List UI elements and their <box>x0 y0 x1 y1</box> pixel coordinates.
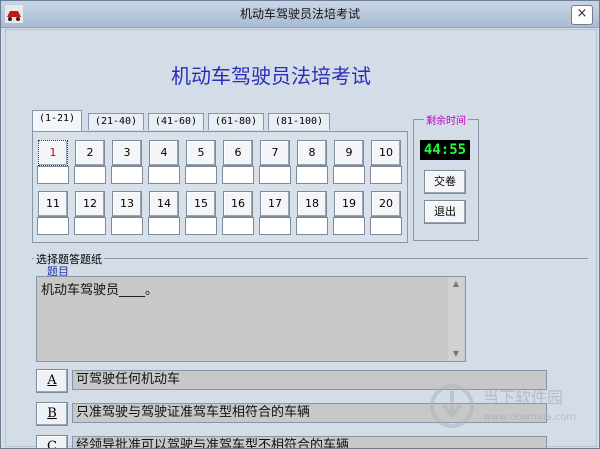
question-button-8[interactable]: 8 <box>297 140 327 166</box>
answer-box-7 <box>259 166 291 184</box>
question-button-17[interactable]: 17 <box>260 191 290 217</box>
question-button-19[interactable]: 19 <box>334 191 364 217</box>
submit-button[interactable]: 交卷 <box>424 170 466 194</box>
timer-panel: 剩余时间 44:55 交卷 退出 <box>413 112 479 241</box>
tab-81-100[interactable]: (81-100) <box>268 113 330 130</box>
tab-1-21[interactable]: (1-21) <box>32 110 82 131</box>
title-bar: 机动车驾驶员法培考试 × <box>1 1 599 28</box>
question-button-18[interactable]: 18 <box>297 191 327 217</box>
countdown-timer: 44:55 <box>420 140 470 160</box>
answer-box-13 <box>111 217 143 235</box>
option-a-button[interactable]: A <box>36 369 68 393</box>
timer-label: 剩余时间 <box>424 112 468 127</box>
question-text: 机动车驾驶员____。 <box>36 276 466 362</box>
answer-box-3 <box>111 166 143 184</box>
window-title: 机动车驾驶员法培考试 <box>239 7 360 21</box>
watermark: 当下软件园 www.downxia.com <box>429 381 589 431</box>
question-button-16[interactable]: 16 <box>223 191 253 217</box>
watermark-text: 当下软件园 <box>483 388 564 407</box>
answer-box-9 <box>333 166 365 184</box>
tab-21-40[interactable]: (21-40) <box>88 113 144 130</box>
answer-box-12 <box>74 217 106 235</box>
answer-box-18 <box>296 217 328 235</box>
answer-box-4 <box>148 166 180 184</box>
answer-box-19 <box>333 217 365 235</box>
tab-41-60[interactable]: (41-60) <box>148 113 204 130</box>
question-button-5[interactable]: 5 <box>186 140 216 166</box>
option-b-button[interactable]: B <box>36 402 68 426</box>
question-button-4[interactable]: 4 <box>149 140 179 166</box>
question-button-11[interactable]: 11 <box>38 191 68 217</box>
question-button-15[interactable]: 15 <box>186 191 216 217</box>
scroll-down-arrow-icon[interactable]: ▼ <box>448 347 464 361</box>
question-button-6[interactable]: 6 <box>223 140 253 166</box>
answer-box-15 <box>185 217 217 235</box>
answer-box-8 <box>296 166 328 184</box>
option-c-text: 经领导批准可以驾驶与准驾车型不相符合的车辆 <box>72 436 547 448</box>
question-button-2[interactable]: 2 <box>75 140 105 166</box>
question-button-1[interactable]: 1 <box>38 140 68 166</box>
answer-box-5 <box>185 166 217 184</box>
answer-box-16 <box>222 217 254 235</box>
question-button-12[interactable]: 12 <box>75 191 105 217</box>
question-grid: 1 2 3 4 5 6 7 8 9 10 11 12 13 14 15 16 1… <box>32 131 408 243</box>
question-scrollbar[interactable]: ▲ ▼ <box>448 277 464 361</box>
answer-box-6 <box>222 166 254 184</box>
answer-box-17 <box>259 217 291 235</box>
close-button[interactable]: × <box>571 5 593 25</box>
app-window: 机动车驾驶员法培考试 × 机动车驾驶员法培考试 (1-21) (21-40) (… <box>0 0 600 449</box>
watermark-logo-icon <box>430 384 474 428</box>
page-title: 机动车驾驶员法培考试 <box>171 64 371 88</box>
question-button-10[interactable]: 10 <box>371 140 401 166</box>
answer-box-1 <box>37 166 69 184</box>
question-button-13[interactable]: 13 <box>112 191 142 217</box>
watermark-url: www.downxia.com <box>483 412 577 423</box>
option-c-button[interactable]: C <box>36 435 68 448</box>
question-button-20[interactable]: 20 <box>371 191 401 217</box>
answer-box-20 <box>370 217 402 235</box>
question-button-9[interactable]: 9 <box>334 140 364 166</box>
answer-box-2 <box>74 166 106 184</box>
tab-61-80[interactable]: (61-80) <box>208 113 264 130</box>
answer-box-10 <box>370 166 402 184</box>
question-button-14[interactable]: 14 <box>149 191 179 217</box>
scroll-up-arrow-icon[interactable]: ▲ <box>448 277 464 291</box>
answer-sheet-label: 选择题答题纸 <box>34 251 104 267</box>
exit-button[interactable]: 退出 <box>424 200 466 224</box>
answer-box-11 <box>37 217 69 235</box>
answer-box-14 <box>148 217 180 235</box>
question-button-3[interactable]: 3 <box>112 140 142 166</box>
question-button-7[interactable]: 7 <box>260 140 290 166</box>
